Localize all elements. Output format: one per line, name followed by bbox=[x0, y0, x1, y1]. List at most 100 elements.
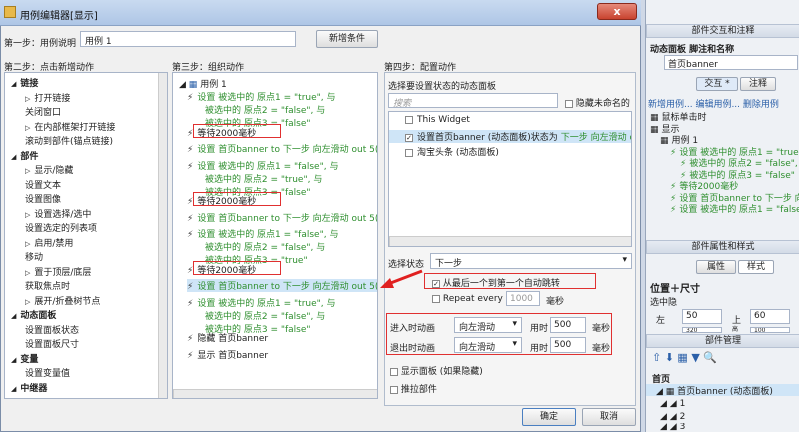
organized-action[interactable]: ⚡ 隐藏 首页banner bbox=[187, 331, 377, 344]
action-list-scrollbar[interactable] bbox=[158, 73, 167, 398]
show-panel-checkbox[interactable]: 显示面板 (如果隐藏) bbox=[390, 364, 483, 377]
action-item[interactable]: 设置选定的列表项 bbox=[25, 221, 97, 234]
organized-action[interactable]: ⚡ 设置 首页banner to 下一步 向左滑动 out 5( bbox=[187, 142, 377, 155]
action-item[interactable]: ▷ 设置选择/选中 bbox=[25, 207, 91, 220]
enter-label: 进入时动画 bbox=[390, 324, 436, 334]
action-label: 显示/隐藏 bbox=[34, 166, 74, 176]
repeat-input[interactable]: 1000 bbox=[506, 291, 540, 306]
push-widgets-checkbox[interactable]: 推拉部件 bbox=[390, 382, 437, 395]
action-label: 置于顶层/底层 bbox=[34, 267, 92, 278]
manager-toolbar[interactable]: ⇧ ⬇ ▦ ▼ 🔍 bbox=[652, 351, 717, 364]
organized-action[interactable]: ⚡ 显示 首页banner bbox=[187, 348, 377, 361]
lightning-icon: ⚡ bbox=[187, 334, 194, 344]
state-3-label: 3 bbox=[679, 423, 686, 432]
organized-action[interactable]: ⚡ 设置 首页banner to 下一步 向左滑动 out 5( bbox=[187, 279, 377, 292]
state-node-2[interactable]: ◢ ◢ 2 bbox=[660, 412, 685, 422]
h-label: 高 bbox=[732, 326, 739, 333]
panel-item[interactable]: ✓ 设置首页banner (动态面板)状态为下一步 向左滑动 out 5( bbox=[389, 130, 631, 143]
action-label: 设置选择/选中 bbox=[34, 209, 92, 220]
close-button[interactable]: x bbox=[597, 3, 637, 20]
w-input[interactable]: 320 bbox=[682, 327, 722, 333]
panel-item-label: This Widget bbox=[417, 115, 470, 125]
notes-tab[interactable]: 注释 bbox=[740, 77, 776, 91]
interactions-tab[interactable]: 交互 * bbox=[696, 77, 738, 91]
repeat-checkbox[interactable]: Repeat every bbox=[432, 294, 503, 304]
action-label: 变量 bbox=[20, 354, 39, 365]
action-item[interactable]: ▷ 展开/折叠树节点 bbox=[25, 294, 100, 307]
action-line: 被选中的 原点2 = "false", 与 bbox=[205, 311, 326, 322]
action-item[interactable]: ◢ 动态面板 bbox=[11, 308, 56, 321]
hide-unnamed-checkbox[interactable]: 隐藏未命名的 bbox=[565, 96, 630, 109]
action-item[interactable]: 获取焦点时 bbox=[25, 279, 70, 292]
lightning-icon: ⚡ bbox=[187, 145, 194, 155]
exit-time-label: 用时 bbox=[530, 344, 549, 354]
action-item[interactable]: ◢ 中继器 bbox=[11, 381, 47, 394]
action-item[interactable]: 设置文本 bbox=[25, 178, 61, 191]
panel-list-scrollbar[interactable] bbox=[389, 236, 631, 246]
action-item[interactable]: 设置变量值 bbox=[25, 366, 70, 379]
enter-time-input[interactable]: 500 bbox=[550, 317, 586, 333]
action-label: 链接 bbox=[20, 79, 39, 89]
event-node[interactable]: ⚡ 设置 被选中的 原点1 = "false" bbox=[670, 202, 799, 215]
panel-item-suffix: 下一步 向左滑动 out 5( bbox=[560, 133, 631, 143]
tree-arrow-icon: ▷ bbox=[25, 239, 31, 248]
action-item[interactable]: ◢ 部件 bbox=[11, 149, 38, 162]
action-item[interactable]: ▷ 打开链接 bbox=[25, 91, 70, 104]
panel-search-input[interactable]: 搜索 bbox=[388, 93, 558, 109]
wrap-checkbox[interactable]: ✓ 从最后一个到第一个自动跳转 bbox=[432, 276, 560, 289]
props-header: 部件属性和样式 bbox=[646, 240, 799, 254]
title-bar: 用例编辑器[显示] x bbox=[0, 0, 641, 26]
action-item[interactable]: 关闭窗口 bbox=[25, 105, 61, 118]
action-item[interactable]: 设置面板尺寸 bbox=[25, 337, 79, 350]
add-condition-button[interactable]: 新增条件 bbox=[316, 30, 378, 48]
lightning-icon: ⚡ bbox=[187, 350, 194, 361]
action-item[interactable]: ◢ 变量 bbox=[11, 352, 38, 365]
case-links[interactable]: 新增用例... 编辑用例... 删除用例 bbox=[648, 97, 779, 110]
lightning-icon: ⚡ bbox=[187, 161, 194, 172]
action-line: 隐藏 首页banner bbox=[197, 334, 269, 344]
action-item[interactable]: 设置面板状态 bbox=[25, 323, 79, 336]
exit-time-input[interactable]: 500 bbox=[550, 337, 586, 353]
action-item[interactable]: ▷ 显示/隐藏 bbox=[25, 163, 73, 176]
panel-item[interactable]: 淘宝头条 (动态面板) bbox=[389, 145, 631, 158]
exit-label: 退出时动画 bbox=[390, 344, 436, 354]
action-list: ◢ 链接 ▷ 打开链接 关闭窗口 ▷ 在内部框架打开链接 滚动到部件(锚点链接) ◢ 部件 ▷ 显示/… bbox=[4, 72, 168, 399]
banner-node[interactable]: ◢ ▦ 首页banner (动态面板) bbox=[646, 384, 799, 397]
action-item[interactable]: ▷ 在内部框架打开链接 bbox=[25, 120, 115, 133]
action-item[interactable]: ▷ 启用/禁用 bbox=[25, 236, 73, 249]
y-input[interactable]: 60 bbox=[750, 309, 790, 324]
panel-list: This Widget ✓ 设置首页banner (动态面板)状态为 下一步 向左滑动… bbox=[388, 111, 632, 247]
action-item[interactable]: ◢ 链接 bbox=[11, 76, 38, 89]
state-select[interactable]: 下一步 ▾ bbox=[430, 253, 632, 269]
panel-checkbox[interactable]: ✓ bbox=[405, 133, 413, 142]
cancel-button[interactable]: 取消 bbox=[582, 408, 636, 426]
action-item[interactable]: 设置图像 bbox=[25, 192, 61, 205]
action-line: 设置 被选中的 原点1 = "false", 与 bbox=[197, 230, 339, 240]
case-name-input[interactable]: 用例 1 bbox=[80, 31, 296, 47]
panel-checkbox[interactable] bbox=[405, 148, 413, 157]
style-tab[interactable]: 样式 bbox=[738, 260, 774, 274]
tree-arrow-icon: ◢ bbox=[11, 152, 17, 161]
state-node-1[interactable]: ◢ ◢ 1 bbox=[660, 399, 685, 409]
organized-action[interactable]: ⚡ 设置 首页banner to 下一步 向左滑动 out 5( bbox=[187, 211, 377, 224]
exit-animation-select[interactable]: 向左滑动 ▾ bbox=[454, 337, 522, 353]
ok-button[interactable]: 确定 bbox=[522, 408, 576, 426]
panel-item[interactable]: This Widget bbox=[389, 115, 631, 125]
case-node[interactable]: ◢ ▦ 用例 1 bbox=[179, 77, 227, 90]
name-label: 动态面板 脚注和名称 bbox=[650, 45, 735, 55]
widget-name-input[interactable]: 首页banner bbox=[664, 55, 798, 70]
action-item[interactable]: 移动 bbox=[25, 250, 43, 263]
action-label: 设置文本 bbox=[25, 180, 62, 191]
enter-animation-select[interactable]: 向左滑动 ▾ bbox=[454, 317, 522, 333]
h-input[interactable]: 100 bbox=[750, 327, 790, 333]
interactions-header: 部件交互和注释 bbox=[646, 24, 799, 38]
organized-action[interactable]: ⚡ 设置 被选中的 原点1 = "true", 与被选中的 原点2 = "fals… bbox=[187, 296, 377, 335]
action-item[interactable]: ▷ 置于顶层/底层 bbox=[25, 265, 91, 278]
props-tab[interactable]: 属性 bbox=[696, 260, 736, 274]
position-size-label: 位置＋尺寸 bbox=[650, 284, 700, 295]
action-item[interactable]: 滚动到部件(锚点链接) bbox=[25, 134, 113, 147]
panel-checkbox[interactable] bbox=[405, 115, 413, 124]
organizer-scrollbar[interactable] bbox=[173, 389, 377, 398]
x-input[interactable]: 50 bbox=[682, 309, 722, 324]
state-node-3[interactable]: ◢ ◢ 3 bbox=[660, 423, 685, 432]
